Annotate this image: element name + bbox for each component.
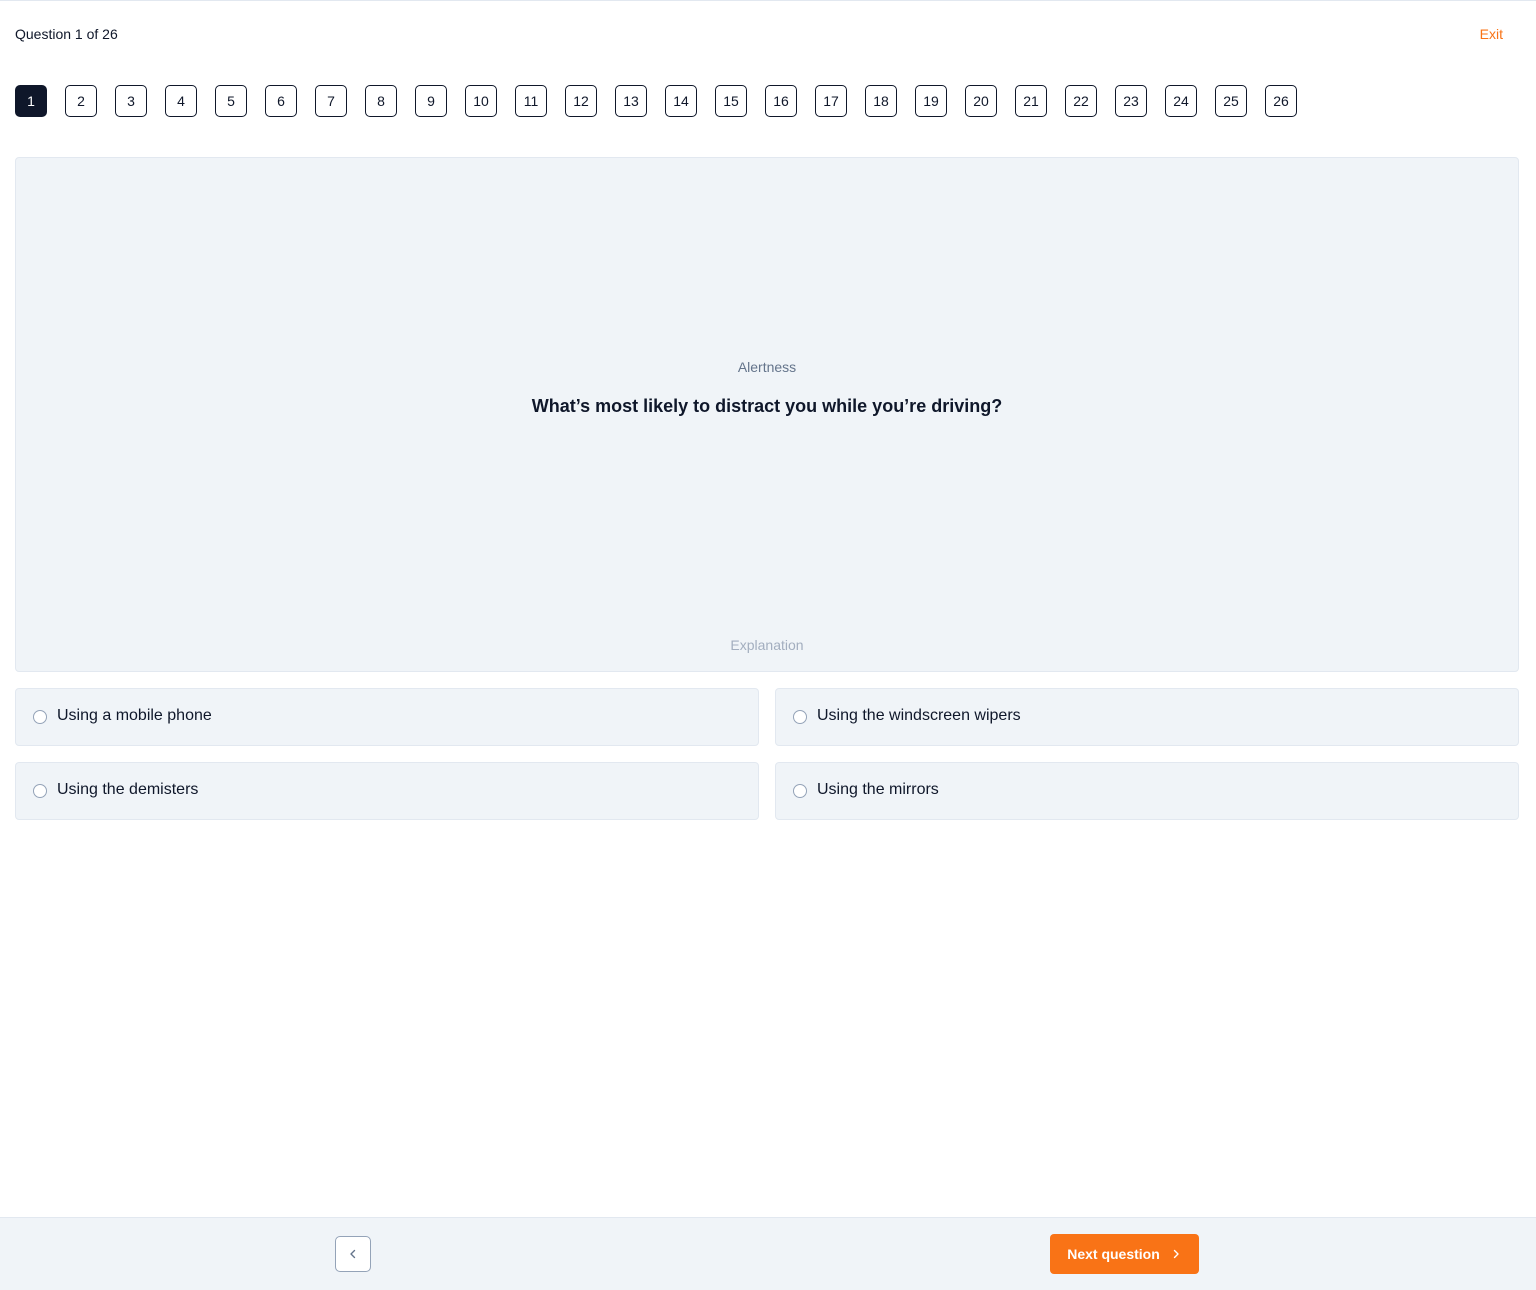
question-nav-button[interactable]: 9 xyxy=(415,85,447,117)
answer-label: Using a mobile phone xyxy=(57,707,212,724)
question-nav-button[interactable]: 15 xyxy=(715,85,747,117)
answer-label: Using the demisters xyxy=(57,781,199,798)
question-nav-button[interactable]: 13 xyxy=(615,85,647,117)
question-nav-button[interactable]: 16 xyxy=(765,85,797,117)
explanation-toggle[interactable]: Explanation xyxy=(16,637,1518,653)
question-nav-button[interactable]: 5 xyxy=(215,85,247,117)
answer-option[interactable]: Using the mirrors xyxy=(775,762,1519,820)
question-panel: Alertness What’s most likely to distract… xyxy=(15,157,1519,672)
question-nav-button[interactable]: 20 xyxy=(965,85,997,117)
question-nav-button[interactable]: 11 xyxy=(515,85,547,117)
next-question-label: Next question xyxy=(1067,1246,1160,1262)
chevron-right-icon xyxy=(1170,1248,1182,1260)
radio-button[interactable] xyxy=(33,710,47,724)
question-nav-button[interactable]: 19 xyxy=(915,85,947,117)
answer-label: Using the mirrors xyxy=(817,781,939,798)
answer-label: Using the windscreen wipers xyxy=(817,707,1021,724)
question-nav-button[interactable]: 8 xyxy=(365,85,397,117)
answer-option[interactable]: Using the demisters xyxy=(15,762,759,820)
question-counter: Question 1 of 26 xyxy=(15,26,118,42)
next-question-button[interactable]: Next question xyxy=(1050,1234,1199,1274)
answer-option[interactable]: Using the windscreen wipers xyxy=(775,688,1519,746)
top-divider xyxy=(0,0,1536,1)
question-nav-button[interactable]: 1 xyxy=(15,85,47,117)
exit-button[interactable]: Exit xyxy=(1480,26,1503,42)
quiz-header: Question 1 of 26 Exit xyxy=(15,24,1521,46)
answer-option[interactable]: Using a mobile phone xyxy=(15,688,759,746)
footer-bar: Next question xyxy=(0,1217,1536,1290)
radio-button[interactable] xyxy=(33,784,47,798)
question-nav-button[interactable]: 18 xyxy=(865,85,897,117)
radio-button[interactable] xyxy=(793,784,807,798)
previous-question-button[interactable] xyxy=(335,1236,371,1272)
question-category: Alertness xyxy=(737,359,797,375)
question-nav-button[interactable]: 26 xyxy=(1265,85,1297,117)
chevron-left-icon xyxy=(347,1248,359,1260)
question-nav-button[interactable]: 10 xyxy=(465,85,497,117)
question-nav-button[interactable]: 7 xyxy=(315,85,347,117)
question-nav-button[interactable]: 2 xyxy=(65,85,97,117)
question-nav-button[interactable]: 4 xyxy=(165,85,197,117)
question-nav-button[interactable]: 22 xyxy=(1065,85,1097,117)
question-nav-button[interactable]: 25 xyxy=(1215,85,1247,117)
question-text: What’s most likely to distract you while… xyxy=(531,396,1003,416)
question-nav-button[interactable]: 14 xyxy=(665,85,697,117)
radio-button[interactable] xyxy=(793,710,807,724)
question-nav-button[interactable]: 3 xyxy=(115,85,147,117)
question-nav-button[interactable]: 12 xyxy=(565,85,597,117)
question-nav-button[interactable]: 24 xyxy=(1165,85,1197,117)
question-nav-button[interactable]: 6 xyxy=(265,85,297,117)
question-nav-button[interactable]: 23 xyxy=(1115,85,1147,117)
question-nav-button[interactable]: 21 xyxy=(1015,85,1047,117)
question-nav-button[interactable]: 17 xyxy=(815,85,847,117)
